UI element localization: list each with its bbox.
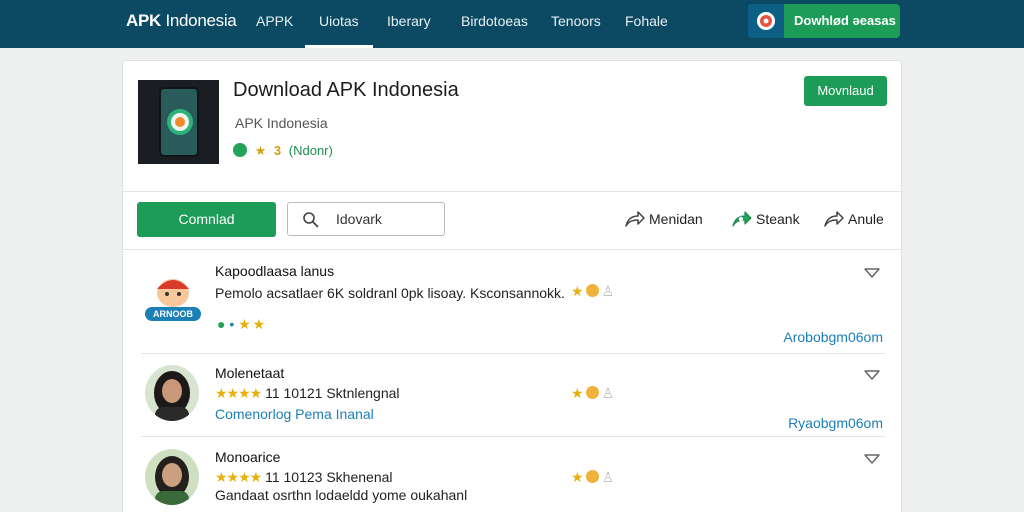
chevron-down-icon[interactable]: [863, 267, 881, 279]
mascot-label: ARNOOB: [153, 309, 193, 319]
section-divider: [123, 249, 903, 250]
forward-icon: [824, 211, 844, 227]
rating-stars: ★★★★: [215, 469, 262, 485]
coin-icon: [585, 284, 599, 297]
app-meta: ★ 3 (Ndonr): [233, 143, 333, 159]
brand-logo[interactable]: APK Indonesia: [126, 11, 237, 31]
app-developer: APK Indonesia: [235, 115, 328, 131]
person-icon: ♙: [601, 283, 615, 299]
rating-stars: ★★★★: [215, 385, 262, 401]
review-reactions: ★ ♙: [571, 283, 614, 300]
star-icon: ★: [571, 283, 584, 299]
mascot-avatar: ARNOOB: [141, 269, 205, 329]
section-divider: [123, 191, 903, 192]
app-logo-icon: [167, 109, 193, 135]
badge-icon: ●: [217, 316, 226, 332]
nav-item-tenors[interactable]: Tenoors: [551, 0, 601, 48]
reviewer-name: Kapoodlaasa lanus: [215, 263, 335, 279]
android-icon: [233, 143, 247, 157]
review-reactions: ★ ♙: [571, 469, 614, 486]
star-icon: ★: [571, 385, 584, 401]
brand-name-light: Indonesia: [165, 11, 237, 30]
forward-label: Anule: [848, 211, 884, 227]
phone-icon: [159, 87, 199, 157]
review-site-link[interactable]: Arobobgm06om: [783, 329, 883, 345]
person-icon: ♙: [601, 469, 615, 485]
reviewer-name: Monoarice: [215, 449, 281, 465]
app-title: Download APK Indonesia: [233, 79, 459, 101]
search-icon: [303, 212, 319, 228]
badge-icon: •: [229, 316, 235, 332]
person-icon: ♙: [601, 385, 615, 401]
search-field[interactable]: [287, 202, 445, 236]
nav-item-apk[interactable]: APPK: [256, 0, 293, 48]
review-divider: [141, 436, 885, 437]
badge-stars: ★ ★: [238, 316, 265, 332]
coin-icon: [585, 386, 599, 399]
header-download-label: Dowhlød əeasas: [794, 13, 896, 28]
avatar: [145, 449, 199, 505]
nav-item-library[interactable]: Iberary: [387, 0, 431, 48]
woman-portrait-icon: [145, 449, 199, 505]
coin-icon: [585, 470, 599, 483]
review-text: Pemolo acsatlaer 6K soldranl 0pk lisoay.…: [215, 285, 565, 301]
nav-item-updates[interactable]: Uiotas: [305, 0, 373, 48]
top-navigation-bar: APK Indonesia APPK Uiotas Iberary Birdot…: [0, 0, 1024, 48]
chevron-down-icon[interactable]: [863, 453, 881, 465]
app-thumbnail: [138, 80, 219, 164]
app-tag: (Ndonr): [288, 143, 333, 158]
star-icon: ★: [571, 469, 584, 485]
avatar: [145, 365, 199, 421]
review-text: Gandaat osrthn lodaeldd yome oukahanl: [215, 487, 468, 503]
rating-value: 3: [273, 143, 282, 158]
nav-item-profile[interactable]: Fohale: [625, 0, 668, 48]
search-input[interactable]: [336, 209, 436, 229]
share-icon: [625, 211, 645, 227]
share-label: Menidan: [649, 211, 703, 227]
download-button[interactable]: Comnlad: [137, 202, 276, 237]
chevron-down-icon[interactable]: [863, 369, 881, 381]
review-site-link[interactable]: Ryaobgm06om: [788, 415, 883, 431]
review-reactions: ★ ♙: [571, 385, 614, 402]
review-comment-link[interactable]: Comenorlog Pema Inanal: [215, 406, 374, 422]
review-divider: [141, 353, 885, 354]
review-date: 11 10123 Skhenenal: [265, 469, 393, 485]
woman-portrait-icon: [145, 365, 199, 421]
steam-label: Steank: [756, 211, 800, 227]
review-meta: ★★★★ 11 10121 Sktnlengnal: [215, 385, 400, 402]
reviewer-name: Molenetaat: [215, 365, 285, 381]
install-button[interactable]: Movnlaud: [804, 76, 887, 106]
mascot-logo-icon: ARNOOB: [145, 279, 201, 321]
rating-star-icon: ★: [254, 143, 267, 158]
nav-item-categories[interactable]: Birdotoeas: [461, 0, 528, 48]
header-download-button[interactable]: Dowhlød əeasas: [748, 4, 900, 38]
review-date: 11 10121 Sktnlengnal: [265, 385, 400, 401]
logo-badge-icon: [748, 4, 784, 38]
brand-name-bold: APK: [126, 11, 161, 30]
favorite-share-icon: [732, 211, 752, 227]
review-meta: ★★★★ 11 10123 Skhenenal: [215, 469, 393, 486]
app-detail-card: Download APK Indonesia APK Indonesia ★ 3…: [122, 60, 903, 512]
review-badges: ● • ★ ★: [217, 316, 265, 333]
